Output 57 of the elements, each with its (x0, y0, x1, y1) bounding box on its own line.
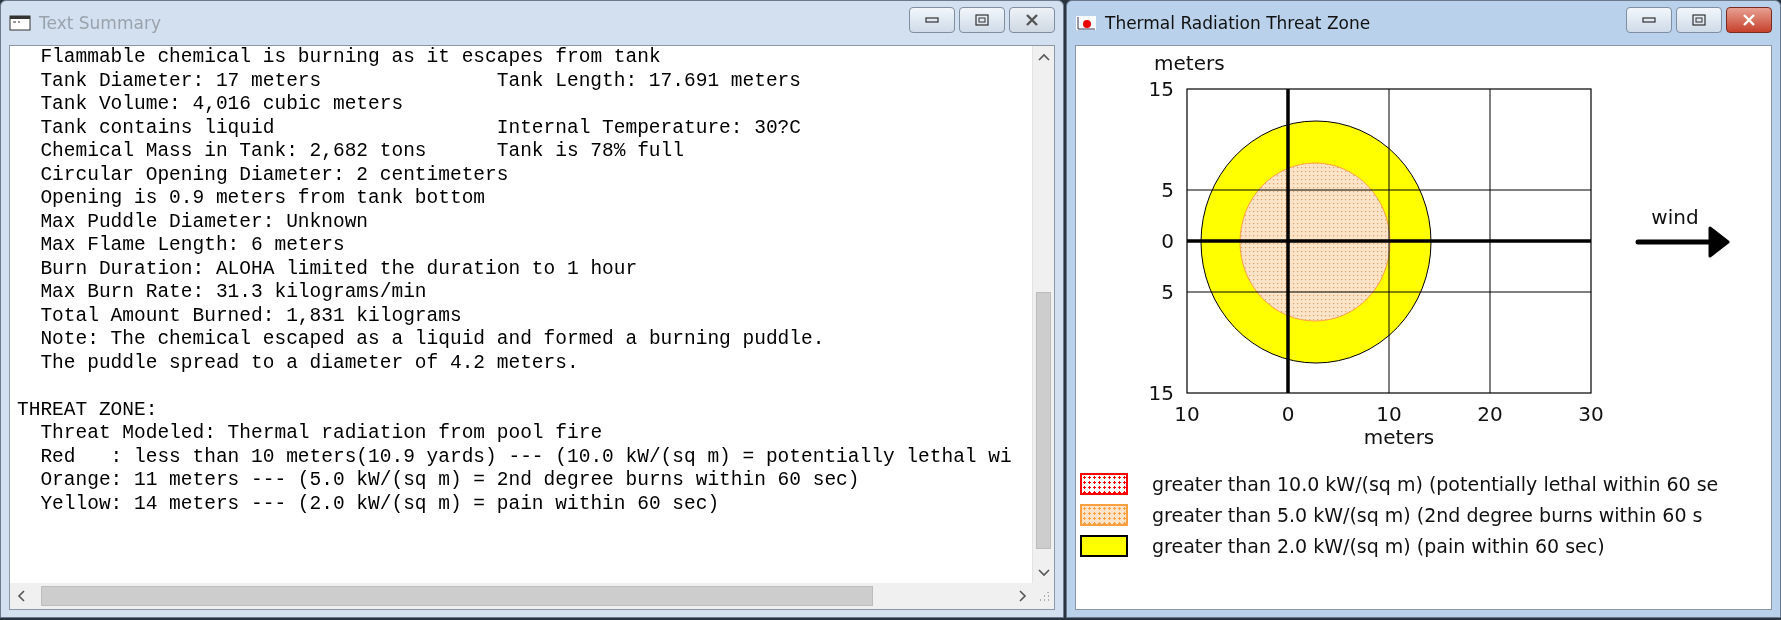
tick-label: 15 (1148, 381, 1174, 405)
tick-label: 10 (1174, 402, 1200, 426)
minimize-icon (925, 17, 939, 23)
tick-label: 5 (1161, 178, 1174, 202)
text-line: Opening is 0.9 meters from tank bottom (40, 187, 486, 209)
text-line: Chemical Mass in Tank: 2,682 tons (40, 140, 427, 162)
resize-grip-icon (1038, 591, 1049, 601)
tick-label: 10 (1376, 402, 1402, 426)
text-line: Orange: 11 meters --- (5.0 kW/(sq m) = 2nd degree burns within 60 sec) (40, 469, 860, 491)
axis-label: meters (1363, 425, 1435, 449)
wind-label: wind (1651, 205, 1699, 229)
tick-label: 0 (1281, 402, 1295, 426)
text-line: Tank is 78% full (496, 140, 684, 164)
console-icon (9, 14, 31, 32)
text-line: Max Puddle Diameter: Unknown (40, 210, 369, 233)
legend-label: greater than 10.0 kW/(sq m) (potentially lethal within 60 se (1152, 472, 1719, 495)
text-line: Max Burn Rate: 31.3 kilograms/min (40, 281, 427, 303)
close-icon (1025, 14, 1039, 26)
text-line: THREAT ZONE: (17, 398, 158, 422)
text-line: Yellow: 14 meters --- (2.0 kW/(sq m) = pain within 60 sec) (40, 492, 720, 515)
maximize-button[interactable] (1676, 7, 1722, 33)
text-line: Tank Length: 17.691 meters (496, 69, 801, 93)
window-title: Thermal Radiation Threat Zone (1105, 13, 1371, 33)
legend-label: greater than 5.0 kW/(sq m) (2nd degree burns within 60 s (1152, 503, 1703, 526)
minimize-button[interactable] (1626, 7, 1672, 33)
text-line: Internal Temperature: 30?C (496, 116, 801, 140)
text-line: The puddle spread to a diameter of 4.2 meters. (40, 351, 579, 374)
maximize-icon (975, 14, 989, 26)
text-line: Burn Duration: ALOHA limited the duration to 1 hour (40, 257, 638, 280)
tick-label: 30 (1578, 402, 1604, 426)
tick-label: 5 (1161, 280, 1174, 304)
horizontal-scrollbar[interactable] (10, 583, 1054, 609)
vertical-scrollbar[interactable] (1032, 46, 1054, 583)
text-line: Note: The chemical escaped as a liquid and formed a burning puddle. (40, 328, 825, 350)
text-line: Total Amount Burned: 1,831 kilograms (40, 304, 462, 327)
minimize-button[interactable] (909, 7, 955, 33)
legend-label: greater than 2.0 kW/(sq m) (pain within 60 sec) (1152, 534, 1605, 557)
close-button[interactable] (1009, 7, 1055, 33)
minimize-icon (1642, 17, 1656, 23)
text-line: Tank contains liquid (40, 116, 275, 139)
window-title: Text Summary (39, 13, 161, 33)
text-line: Max Flame Length: 6 meters (40, 234, 345, 256)
text-line: Circular Opening Diameter: 2 centimeters (40, 163, 509, 186)
tick-label: 0 (1161, 229, 1174, 253)
tick-label: 15 (1148, 77, 1174, 101)
close-icon (1742, 14, 1756, 26)
chart-icon (1075, 14, 1097, 32)
text-line: Flammable chemical is burning as it escapes from tank (40, 46, 661, 68)
close-button[interactable] (1726, 7, 1772, 33)
tick-label: 20 (1477, 402, 1503, 426)
text-line: Tank Volume: 4,016 cubic meters (40, 93, 404, 115)
maximize-icon (1692, 14, 1706, 26)
axis-label: meters (1154, 51, 1225, 75)
text-line: Threat Modeled: Thermal radiation from pool fire (40, 422, 603, 444)
text-line: Red : less than 10 meters(10.9 yards) --- (10.0 kW/(sq m) = potentially lethal wi (40, 445, 1012, 468)
maximize-button[interactable] (959, 7, 1005, 33)
text-line: Tank Diameter: 17 meters (40, 69, 322, 92)
